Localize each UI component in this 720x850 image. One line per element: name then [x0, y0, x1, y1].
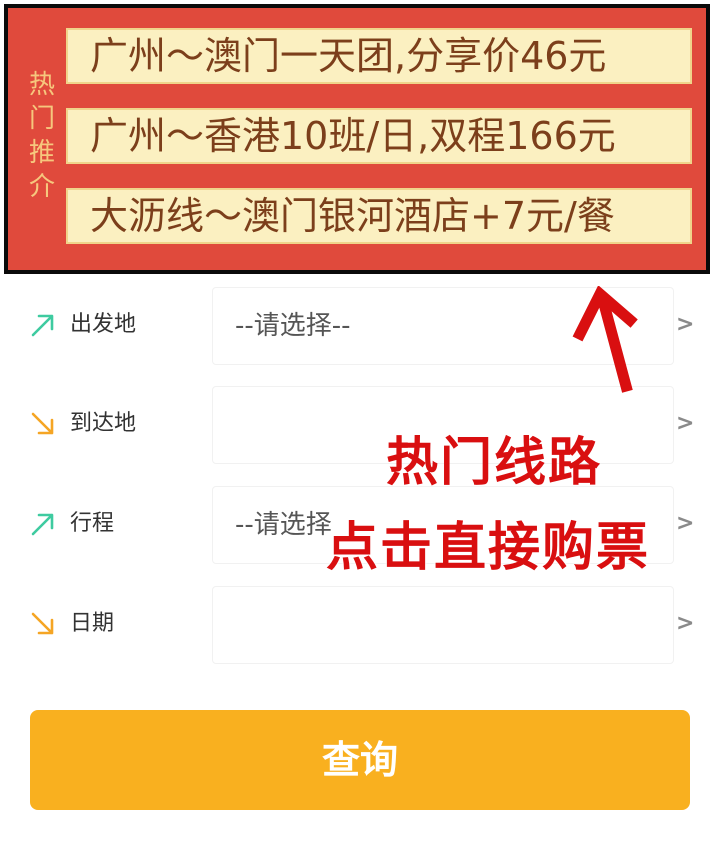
departure-label: 出发地	[70, 312, 137, 337]
banner-label: 热门推介	[28, 70, 55, 202]
arrow-down-right-icon	[31, 412, 54, 435]
chevron-right-icon[interactable]: >	[676, 381, 694, 467]
annotation-hot-routes: 热门线路	[386, 433, 603, 493]
banner-item-hongkong-shuttle[interactable]: 广州～香港10班/日,双程166元	[66, 108, 692, 164]
chevron-right-icon[interactable]: >	[676, 581, 694, 667]
itinerary-label: 行程	[70, 511, 115, 536]
annotation-arrow-icon	[572, 286, 638, 393]
annotation-buy-direct: 点击直接购票	[326, 518, 651, 578]
chevron-right-icon[interactable]: >	[676, 282, 694, 368]
arrow-down-right-icon	[31, 612, 54, 635]
date-row: 日期 >	[0, 581, 720, 667]
date-label: 日期	[70, 611, 115, 636]
arrow-up-right-icon	[31, 513, 54, 536]
hot-recommend-banner: 热门推介 广州～澳门一天团,分享价46元 广州～香港10班/日,双程166元 大…	[4, 4, 710, 274]
banner-item-galaxy-hotel[interactable]: 大沥线～澳门银河酒店+7元/餐	[66, 188, 692, 244]
query-button[interactable]: 查询	[30, 710, 690, 810]
banner-item-macau-day-tour[interactable]: 广州～澳门一天团,分享价46元	[66, 28, 692, 84]
destination-label: 到达地	[70, 411, 137, 436]
date-select[interactable]	[212, 586, 674, 664]
chevron-right-icon[interactable]: >	[676, 481, 694, 567]
arrow-up-right-icon	[31, 314, 54, 337]
